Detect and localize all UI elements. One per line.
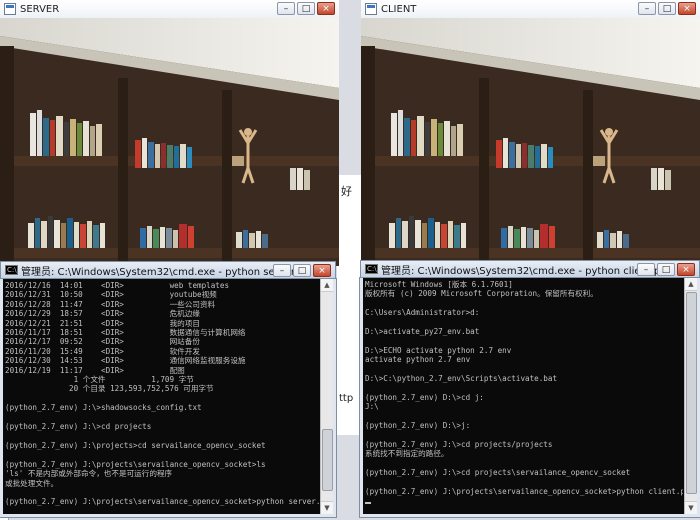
fragment-text-2: ttp <box>339 393 354 404</box>
console-line: C:\Users\Administrator>d: <box>365 308 480 318</box>
console-line: 2016/12/21 21:51 <DIR> 我的项目 <box>5 318 200 328</box>
console-line: (python_2.7_env) D:\>cd j: <box>365 392 484 402</box>
console-line: D:\>activate_py27_env.bat <box>365 327 480 337</box>
server-cmd-window[interactable]: C:\ 管理员: C:\Windows\System32\cmd.exe - p… <box>0 261 336 517</box>
console-line: (python_2.7_env) J:\projects>cd servaila… <box>5 440 266 450</box>
server-console-output[interactable]: 2016/12/16 14:01 <DIR> web templates 2016… <box>5 281 319 512</box>
console-line: J:\ <box>365 402 379 412</box>
client-video-window[interactable]: CLIENT – □ × <box>361 0 700 266</box>
console-line: activate python 2.7 env <box>365 355 471 365</box>
console-line: (python_2.7_env) J:\>cd projects\servail… <box>365 468 631 478</box>
console-line: D:\>ECHO activate python 2.7 env <box>365 345 512 355</box>
window-app-icon <box>4 3 16 15</box>
console-line: (python_2.7_env) J:\projects\servailance… <box>5 497 319 507</box>
client-vertical-scrollbar[interactable]: ▲ ▼ <box>684 278 697 514</box>
minimize-button[interactable]: – <box>277 2 295 15</box>
console-line: 2016/12/29 18:57 <DIR> 危机边缘 <box>5 309 200 319</box>
scroll-up-icon[interactable]: ▲ <box>685 278 697 291</box>
console-line: 2016/12/31 10:50 <DIR> youtube视频 <box>5 290 217 300</box>
cmd-icon: C:\ <box>365 264 378 274</box>
client-cmd-titlebar[interactable]: C:\ 管理员: C:\Windows\System32\cmd.exe - p… <box>360 260 700 278</box>
cmd-icon: C:\ <box>5 265 18 275</box>
console-line: D:\>C:\python_2.7_env\Scripts\activate.b… <box>365 374 558 384</box>
client-video-feed <box>361 18 700 266</box>
console-line: 版权所有 (c) 2009 Microsoft Corporation。保留所有… <box>365 289 598 299</box>
console-line: 2016/12/17 09:52 <DIR> 网站备份 <box>5 337 200 347</box>
client-cmd-title: 管理员: C:\Windows\System32\cmd.exe - pytho… <box>381 265 667 277</box>
scroll-down-icon[interactable]: ▼ <box>321 501 333 514</box>
minimize-button[interactable]: – <box>638 2 656 15</box>
console-line: 2016/12/30 14:53 <DIR> 通信网络监视服务设施 <box>5 356 246 366</box>
console-line: (python_2.7_env) J:\projects\servailance… <box>365 486 683 496</box>
client-cmd-window[interactable]: C:\ 管理员: C:\Windows\System32\cmd.exe - p… <box>360 260 700 517</box>
console-line: (python_2.7_env) J:\projects\servailance… <box>5 459 266 469</box>
console-line: 2016/11/20 15:49 <DIR> 软件开发 <box>5 346 200 356</box>
server-window-title: SERVER <box>20 3 60 15</box>
background-window-fragment-middle: 好 ttp <box>337 175 361 435</box>
close-button[interactable]: × <box>313 264 331 277</box>
client-window-title: CLIENT <box>381 3 417 15</box>
server-video-feed <box>0 18 339 266</box>
console-line: 'ls' 不是内部或外部命令，也不是可运行的程序 <box>5 469 173 479</box>
client-console-output[interactable]: Microsoft Windows [版本 6.1.7601] 版权所有 (c) … <box>365 280 683 512</box>
server-window-titlebar[interactable]: SERVER – □ × <box>0 0 339 19</box>
maximize-button[interactable]: □ <box>658 2 676 15</box>
close-button[interactable]: × <box>317 2 335 15</box>
scroll-down-icon[interactable]: ▼ <box>685 501 697 514</box>
fragment-text: 好 <box>341 185 352 198</box>
scroll-thumb[interactable] <box>686 292 697 494</box>
maximize-button[interactable]: □ <box>657 263 675 276</box>
console-line: (python_2.7_env) J:\>cd projects/project… <box>365 439 553 449</box>
console-line: 系统找不到指定的路径。 <box>365 449 449 459</box>
console-line: (python_2.7_env) J:\>cd projects <box>5 422 152 432</box>
close-button[interactable]: × <box>677 263 695 276</box>
scroll-thumb[interactable] <box>322 429 333 491</box>
console-line: 2016/12/19 11:17 <DIR> 配图 <box>5 365 185 375</box>
bookshelf-camera-image <box>0 18 339 266</box>
console-line: 20 个目录 123,593,752,576 可用字节 <box>5 384 214 394</box>
console-line: 2016/12/28 11:47 <DIR> 一些公司资料 <box>5 299 216 309</box>
console-line: Microsoft Windows [版本 6.1.7601] <box>365 280 513 289</box>
maximize-button[interactable]: □ <box>297 2 315 15</box>
server-cmd-title: 管理员: C:\Windows\System32\cmd.exe - pytho… <box>21 266 310 278</box>
client-window-titlebar[interactable]: CLIENT – □ × <box>361 0 700 19</box>
scroll-up-icon[interactable]: ▲ <box>321 279 333 292</box>
console-line: 或批处理文件。 <box>5 478 59 488</box>
server-video-window[interactable]: SERVER – □ × <box>0 0 339 266</box>
console-line: (python_2.7_env) J:\>shadowsocks_config.… <box>5 403 202 413</box>
maximize-button[interactable]: □ <box>293 264 311 277</box>
window-app-icon <box>365 3 377 15</box>
bookshelf-camera-image <box>361 18 700 266</box>
server-cmd-titlebar[interactable]: C:\ 管理员: C:\Windows\System32\cmd.exe - p… <box>0 261 336 279</box>
console-line: (python_2.7_env) D:\>j: <box>365 421 471 431</box>
console-line: 2016/12/16 14:01 <DIR> web templates <box>5 281 230 290</box>
minimize-button[interactable]: – <box>637 263 655 276</box>
server-vertical-scrollbar[interactable]: ▲ ▼ <box>320 279 333 514</box>
console-cursor <box>365 496 683 505</box>
minimize-button[interactable]: – <box>273 264 291 277</box>
close-button[interactable]: × <box>678 2 696 15</box>
